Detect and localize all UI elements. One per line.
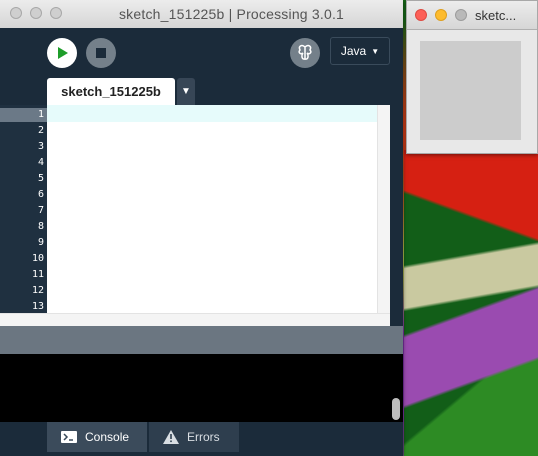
line-number: 12: [31, 285, 44, 296]
mode-selector[interactable]: Java ▼: [330, 37, 390, 65]
minimize-button[interactable]: [30, 7, 42, 19]
line-number: 6: [37, 189, 44, 200]
status-divider[interactable]: [0, 326, 403, 354]
line-number: 8: [37, 221, 44, 232]
console-scroll-thumb[interactable]: [392, 398, 400, 420]
line-number: 13: [31, 301, 44, 312]
tab-menu-button[interactable]: ▼: [177, 78, 195, 105]
line-number: 1: [37, 109, 44, 120]
sketch-output-window: sketc...: [406, 0, 538, 154]
line-number: 7: [37, 205, 44, 216]
warning-icon: [163, 430, 179, 444]
line-number: 9: [37, 237, 44, 248]
line-number: 10: [31, 253, 44, 264]
terminal-icon: [61, 431, 77, 443]
stop-button[interactable]: [86, 38, 116, 68]
footer-bar: Console Errors: [0, 422, 403, 456]
butterfly-icon: [298, 44, 312, 60]
window-title: sketch_151225b | Processing 3.0.1: [118, 6, 345, 22]
toolbar: Java ▼: [0, 28, 403, 78]
mode-label: Java: [340, 44, 367, 58]
processing-ide-window: sketch_151225b | Processing 3.0.1 Java ▼…: [0, 0, 403, 456]
console-tab-label: Console: [85, 430, 130, 444]
sketch-window-title: sketc...: [475, 8, 517, 23]
tab-sketch[interactable]: sketch_151225b: [47, 78, 175, 105]
play-icon: [58, 47, 68, 59]
run-button[interactable]: [47, 38, 77, 68]
line-number: 11: [31, 269, 44, 280]
title-bar[interactable]: sketch_151225b | Processing 3.0.1: [0, 0, 403, 29]
editor-vertical-scrollbar[interactable]: [377, 105, 391, 313]
close-button[interactable]: [10, 7, 22, 19]
sketch-minimize-button[interactable]: [435, 9, 447, 21]
line-number: 4: [37, 157, 44, 168]
tab-console[interactable]: Console: [47, 422, 147, 452]
sketch-zoom-button[interactable]: [455, 9, 467, 21]
code-editor[interactable]: [0, 105, 390, 313]
current-line-highlight: [47, 105, 377, 122]
console-area[interactable]: [0, 354, 403, 422]
stop-icon: [96, 48, 106, 58]
tab-bar: sketch_151225b ▼: [0, 78, 403, 105]
sketch-canvas[interactable]: [420, 41, 521, 140]
debug-button[interactable]: [290, 38, 320, 68]
desktop-background: [404, 150, 538, 456]
sketch-title-bar[interactable]: sketc...: [407, 1, 537, 30]
sketch-close-button[interactable]: [415, 9, 427, 21]
tab-errors[interactable]: Errors: [149, 422, 239, 452]
errors-tab-label: Errors: [187, 430, 220, 444]
chevron-down-icon: ▼: [371, 46, 380, 56]
editor-horizontal-scrollbar[interactable]: [0, 313, 390, 327]
editor-right-margin: [390, 105, 403, 326]
line-number: 2: [37, 125, 44, 136]
line-number: 3: [37, 141, 44, 152]
line-number: 5: [37, 173, 44, 184]
